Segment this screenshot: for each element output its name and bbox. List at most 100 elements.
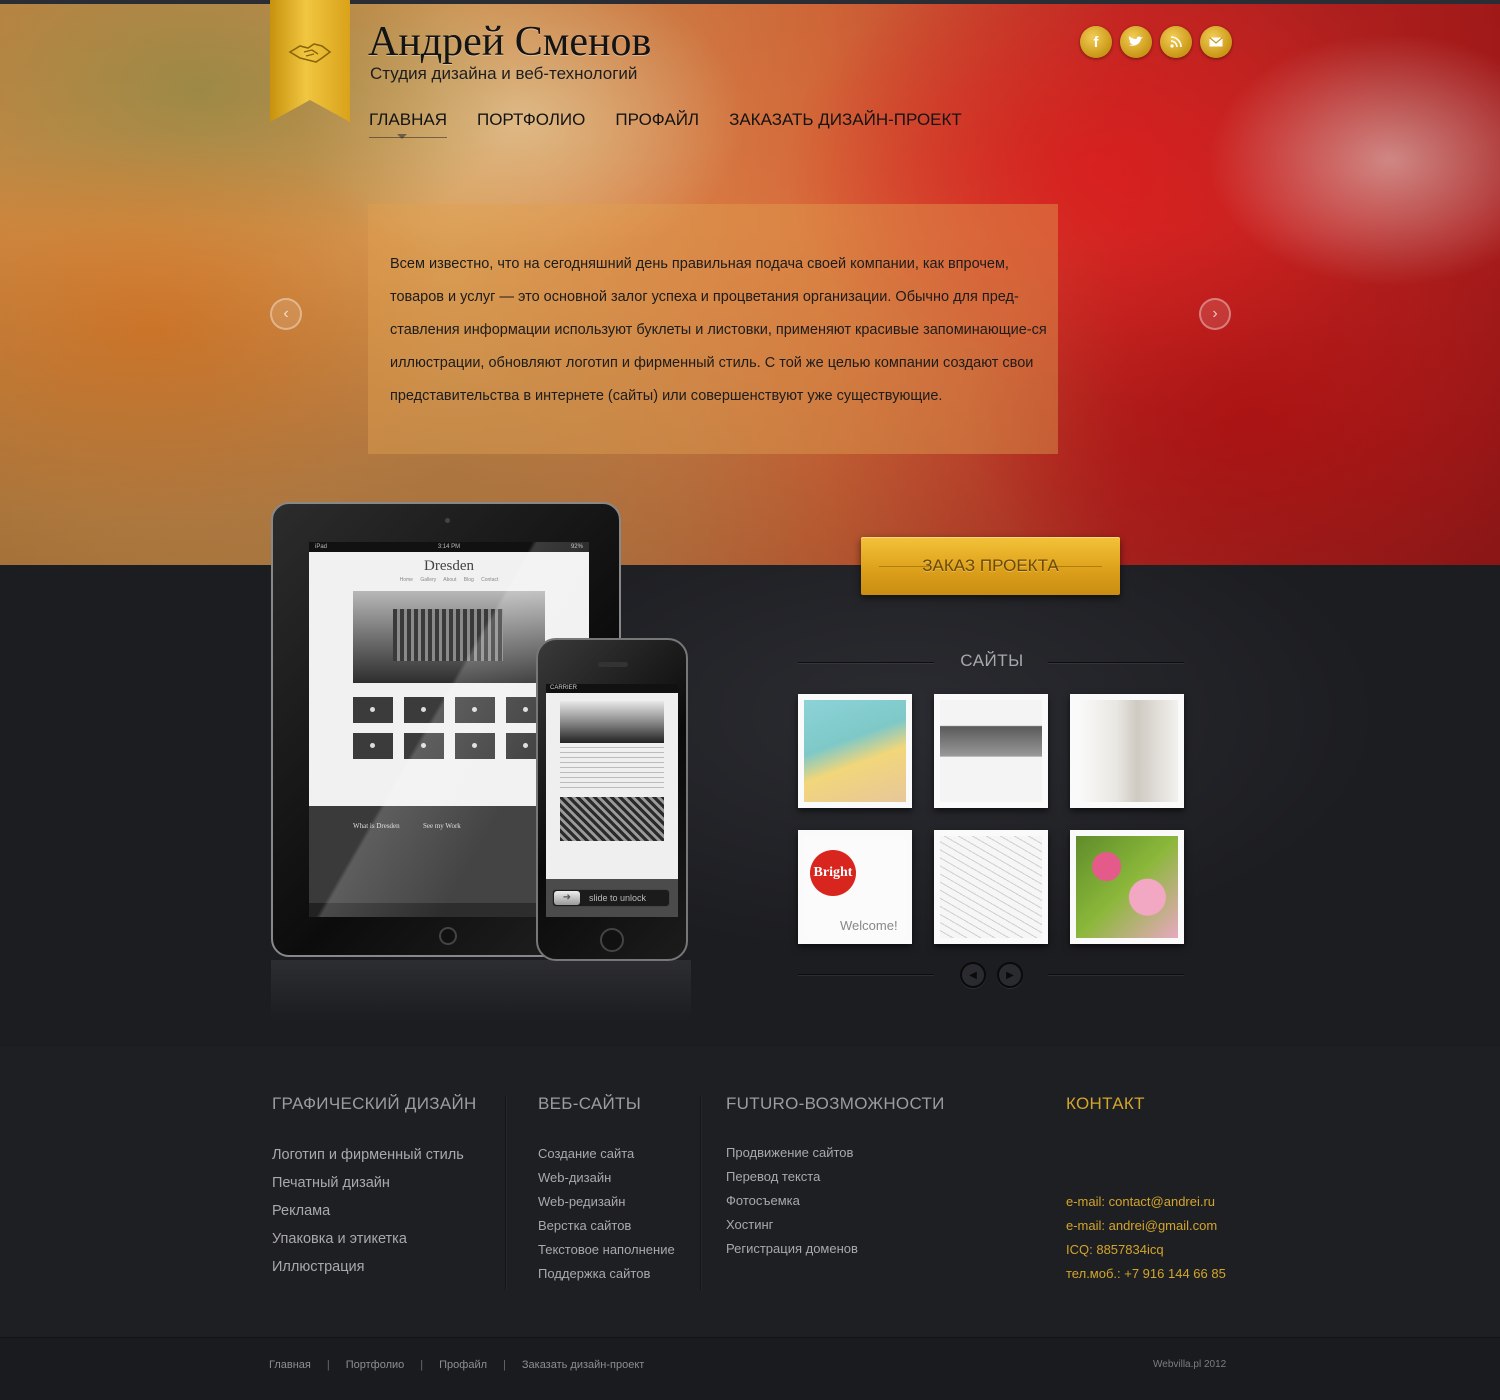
footer-link[interactable]: Web-дизайн <box>538 1170 675 1194</box>
ipad-thumb <box>353 733 393 759</box>
contact-phone: тел.моб.: +7 916 144 66 85 <box>1066 1266 1226 1281</box>
section-divider <box>798 974 934 975</box>
ipad-footer-right: See my Work <box>423 822 461 830</box>
rss-icon[interactable] <box>1160 26 1192 58</box>
intro-text: Всем известно, что на сегодняшний день п… <box>390 256 1047 404</box>
social-links: f <box>1080 26 1232 58</box>
footer-link[interactable]: Хостинг <box>726 1217 858 1241</box>
unlock-slider: ➜ slide to unlock <box>552 889 670 907</box>
main-nav: ГЛАВНАЯ ПОРТФОЛИО ПРОФАЙЛ ЗАКАЗАТЬ ДИЗАЙ… <box>369 110 992 139</box>
ipad-site-nav: Home Gallery About Blog Contact <box>399 577 499 583</box>
bottom-nav-order[interactable]: Заказать дизайн-проект <box>522 1359 644 1371</box>
footer-link[interactable]: Реклама <box>272 1203 464 1231</box>
section-divider <box>798 662 934 663</box>
contact-email-1[interactable]: e-mail: contact@andrei.ru <box>1066 1194 1226 1218</box>
ipad-thumb <box>353 697 393 723</box>
ipad-camera <box>445 518 450 523</box>
footer-link[interactable]: Верстка сайтов <box>538 1218 675 1242</box>
order-project-button[interactable]: ЗАКАЗ ПРОЕКТА <box>861 537 1120 595</box>
portfolio-thumb[interactable]: Bright Welcome! <box>798 830 912 944</box>
nav-item-profile[interactable]: ПРОФАЙЛ <box>615 110 699 130</box>
next-arrow-icon: ▶ <box>1006 969 1014 981</box>
portfolio-next-button[interactable]: ▶ <box>997 962 1023 988</box>
ipad-thumb <box>404 697 444 723</box>
footer-link[interactable]: Web-редизайн <box>538 1194 675 1218</box>
portfolio-title: САЙТЫ <box>960 651 1024 670</box>
bottom-nav-portfolio[interactable]: Портфолио <box>346 1359 405 1371</box>
chevron-right-icon: › <box>1212 305 1218 322</box>
thumb-welcome-text: Welcome! <box>840 918 898 933</box>
ipad-thumb <box>455 733 495 759</box>
footer-contact-title: КОНТАКТ <box>1066 1094 1145 1113</box>
portfolio-thumb[interactable] <box>1070 830 1184 944</box>
footer-col-futuro: Продвижение сайтов Перевод текста Фотосъ… <box>726 1145 858 1265</box>
iphone-speaker <box>598 662 628 667</box>
ipad-hero-photo <box>353 591 545 683</box>
ipad-home-button <box>439 927 457 945</box>
footer-link[interactable]: Текстовое наполнение <box>538 1242 675 1266</box>
footer-link[interactable]: Перевод текста <box>726 1169 858 1193</box>
thumb-image <box>1076 836 1178 938</box>
bottom-nav-separator: | <box>326 1359 330 1371</box>
footer-col-graphic-title: ГРАФИЧЕСКИЙ ДИЗАЙН <box>272 1094 477 1113</box>
thumb-image <box>804 700 906 802</box>
hero-prev-button[interactable]: ‹ <box>270 298 302 330</box>
footer-link[interactable]: Упаковка и этикетка <box>272 1231 464 1259</box>
bottom-nav-profile[interactable]: Профайл <box>439 1359 487 1371</box>
bottom-nav-separator: | <box>503 1359 506 1371</box>
portfolio-thumb[interactable] <box>934 694 1048 808</box>
section-divider <box>1048 662 1184 663</box>
top-line <box>0 0 1500 4</box>
mail-icon[interactable] <box>1200 26 1232 58</box>
footer-col-graphic: Логотип и фирменный стиль Печатный дизай… <box>272 1147 464 1287</box>
iphone-unlock-bar: ➜ slide to unlock <box>546 879 678 917</box>
footer-link[interactable]: Регистрация доменов <box>726 1241 858 1265</box>
thumb-image <box>1076 700 1178 802</box>
nav-item-home[interactable]: ГЛАВНАЯ <box>369 110 447 139</box>
ipad-thumb <box>404 733 444 759</box>
ipad-site-title: Dresden <box>424 558 474 574</box>
facebook-icon[interactable]: f <box>1080 26 1112 58</box>
ipad-footer-left: What is Dresden <box>353 822 400 830</box>
footer-link[interactable]: Создание сайта <box>538 1146 675 1170</box>
showcase-section <box>0 565 1500 1048</box>
devices-reflection <box>271 960 691 1020</box>
footer-link[interactable]: Печатный дизайн <box>272 1175 464 1203</box>
footer-link[interactable]: Фотосъемка <box>726 1193 858 1217</box>
footer-col-web: Создание сайта Web-дизайн Web-редизайн В… <box>538 1146 675 1290</box>
intro-box: Всем известно, что на сегодняшний день п… <box>368 204 1058 454</box>
footer-separator <box>700 1095 701 1290</box>
footer-contact: e-mail: contact@andrei.ru e-mail: andrei… <box>1066 1194 1226 1290</box>
footer-separator <box>505 1095 506 1290</box>
bottom-nav-separator: | <box>420 1359 424 1371</box>
twitter-icon[interactable] <box>1120 26 1152 58</box>
hero-next-button[interactable]: › <box>1199 298 1231 330</box>
handshake-icon <box>288 43 332 63</box>
nav-item-order[interactable]: ЗАКАЗАТЬ ДИЗАЙН-ПРОЕКТ <box>729 110 962 130</box>
brand-name[interactable]: Андрей Сменов <box>368 18 651 66</box>
iphone-status-bar: CARRIER <box>546 684 678 693</box>
footer-link[interactable]: Продвижение сайтов <box>726 1145 858 1169</box>
contact-icq: ICQ: 8857834icq <box>1066 1242 1164 1257</box>
unlock-text: slide to unlock <box>589 893 647 903</box>
nav-item-portfolio[interactable]: ПОРТФОЛИО <box>477 110 585 130</box>
footer-col-web-title: ВЕБ-САЙТЫ <box>538 1094 642 1113</box>
portfolio-thumb[interactable] <box>934 830 1048 944</box>
ipad-status-bar: iPad 3:14 PM 92% <box>309 542 589 552</box>
brand-subtitle: Студия дизайна и веб-технологий <box>370 64 638 83</box>
footer-link[interactable]: Иллюстрация <box>272 1259 464 1287</box>
arrow-right-icon: ➜ <box>554 891 580 905</box>
iphone-mockup: CARRIER ➜ slide to unlock <box>536 638 688 961</box>
contact-email-2[interactable]: e-mail: andrei@gmail.com <box>1066 1218 1226 1242</box>
chevron-left-icon: ‹ <box>283 305 289 322</box>
thumb-image <box>940 836 1042 938</box>
portfolio-thumb[interactable] <box>1070 694 1184 808</box>
iphone-home-button <box>600 928 624 952</box>
footer-link[interactable]: Логотип и фирменный стиль <box>272 1147 464 1175</box>
prev-arrow-icon: ◀ <box>969 969 977 981</box>
bottom-bar <box>0 1337 1500 1400</box>
portfolio-prev-button[interactable]: ◀ <box>960 962 986 988</box>
footer-link[interactable]: Поддержка сайтов <box>538 1266 675 1290</box>
portfolio-thumb[interactable] <box>798 694 912 808</box>
bottom-nav-home[interactable]: Главная <box>269 1359 311 1371</box>
